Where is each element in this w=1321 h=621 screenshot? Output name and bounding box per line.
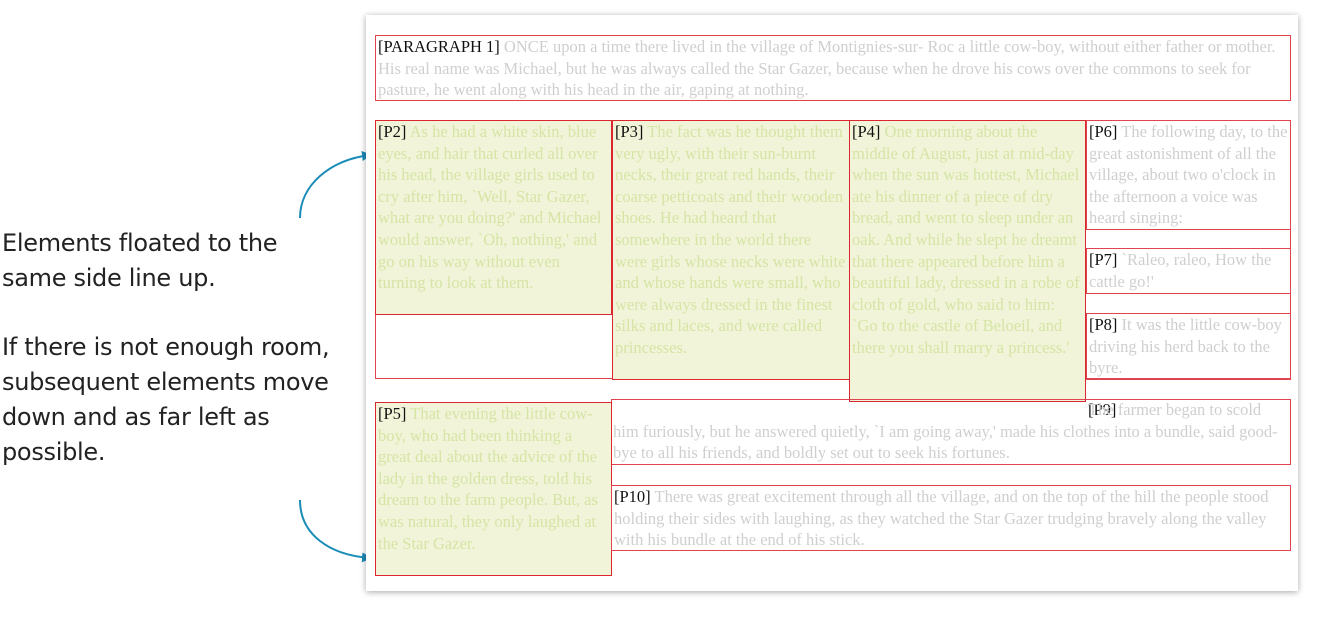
arrow-down-to-p5 [299, 499, 372, 563]
paragraph-1-tag: [PARAGRAPH 1] [378, 37, 500, 56]
paragraph-5-tag: [P5] [378, 404, 407, 423]
paragraph-7-text: `Raleo, raleo, How the cattle go!' [1089, 250, 1272, 291]
paragraph-7-tag: [P7] [1089, 250, 1118, 269]
paragraph-7: [P7] `Raleo, raleo, How the cattle go!' [1086, 248, 1291, 294]
paragraph-8-text: It was the little cow-boy driving his he… [1089, 315, 1282, 378]
paragraph-1: [PARAGRAPH 1] ONCE upon a time there liv… [375, 35, 1291, 101]
arrow-up-to-p2 [299, 151, 372, 219]
paragraph-6-text: The following day, to the great astonish… [1089, 122, 1288, 228]
paragraph-3-text: The fact was he thought them very ugly, … [615, 122, 846, 357]
paragraph-2-text: As he had a white skin, blue eyes, and h… [378, 122, 602, 293]
paragraph-2-tag: [P2] [378, 122, 407, 141]
paragraph-4-tag: [P4] [852, 122, 881, 141]
paragraph-2: [P2] As he had a white skin, blue eyes, … [375, 120, 612, 315]
paragraph-8: [P8] It was the little cow-boy driving h… [1086, 313, 1291, 380]
paragraph-5-text: That evening the little cow-boy, who had… [378, 404, 598, 553]
paragraph-6: [P6] The following day, to the great ast… [1086, 120, 1291, 230]
paragraph-4-text: One morning about the middle of August, … [852, 122, 1080, 357]
paragraph-3: [P3] The fact was he thought them very u… [612, 120, 850, 380]
paragraph-10-tag: [P10] [614, 487, 651, 506]
paragraph-4: [P4] One morning about the middle of Aug… [849, 120, 1086, 402]
paragraph-8-tag: [P8] [1089, 315, 1118, 334]
paragraph-6-tag: [P6] [1089, 122, 1118, 141]
paragraph-10-text: There was great excitement through all t… [614, 487, 1269, 550]
paragraph-9-text: The farmer began to scold him furiously,… [613, 400, 1278, 463]
paragraph-9: The farmer began to scold him furiously,… [611, 399, 1291, 465]
paragraph-3-tag: [P3] [615, 122, 644, 141]
paragraph-5: [P5] That evening the little cow-boy, wh… [375, 402, 612, 576]
paragraph-1-text: ONCE upon a time there lived in the vill… [378, 37, 1276, 100]
paragraph-10: [P10] There was great excitement through… [611, 485, 1291, 551]
document-page: [PARAGRAPH 1] ONCE upon a time there liv… [366, 15, 1298, 591]
arrows [299, 151, 372, 563]
